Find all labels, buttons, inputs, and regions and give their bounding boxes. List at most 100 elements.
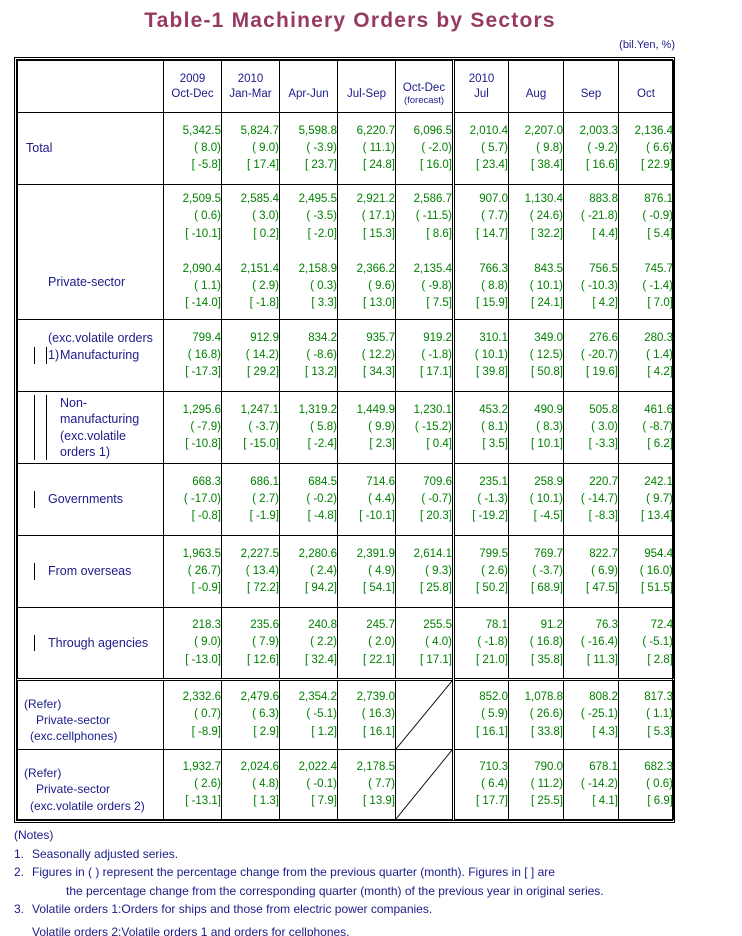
- cell-qoq-change: ( -1.4): [642, 280, 673, 292]
- header-subnote: (forecast): [403, 94, 445, 106]
- cell-yoy-change: [ -19.2]: [472, 510, 508, 523]
- table-page: Table-1 Machinery Orders by Sectors (bil…: [0, 0, 742, 936]
- data-cell: 1,449.9 ( 9.9) [ 2.3]: [337, 391, 396, 464]
- row-label-cell: Private-sector (exc.volatile orders 1): [17, 184, 164, 362]
- cell-qoq-change: ( 8.8): [481, 280, 508, 292]
- cell-qoq-change: ( 9.6): [368, 280, 395, 292]
- row-label-cell: (Refer) Private-sector (exc.volatile order…: [17, 749, 164, 820]
- cell-yoy-change: [ 19.6]: [586, 366, 618, 379]
- row-label-line1: Governments: [48, 492, 124, 507]
- row-label-line1: Manufacturing: [60, 348, 140, 363]
- stacked-values: 2,509.5 ( 0.6) [ -10.1] 2,090.4 ( 1.1) [ -14.…: [164, 191, 221, 313]
- cell-qoq-change: ( 6.9): [591, 564, 618, 577]
- cell-value: 2,280.6: [298, 547, 337, 560]
- table-row: Total 5,342.5 ( 8.0) [ -5.8] 5,824.7 ( 9.0) [ …: [17, 112, 674, 185]
- row-label-line2: Private-sector: [36, 712, 111, 727]
- data-cell: 490.9 ( 8.3) [ 10.1]: [508, 391, 564, 464]
- data-cell: 954.4 ( 16.0) [ 51.5]: [618, 535, 674, 608]
- note-item: 3. Volatile orders 1:Orders for ships and…: [14, 900, 726, 919]
- cell-yoy-change: [ 54.1]: [363, 582, 395, 595]
- data-cell: 5,342.5 ( 8.0) [ -5.8]: [163, 112, 222, 185]
- header-period: Aug: [525, 87, 547, 100]
- cell-qoq-change: ( 14.2): [245, 348, 279, 361]
- data-cell: 240.8 ( 2.2) [ 32.4]: [279, 607, 338, 680]
- cell-value: 72.4: [650, 619, 673, 632]
- row-label-cell: (Refer) Private-sector (exc.cellphones): [17, 678, 164, 750]
- cell-value: 799.4: [192, 331, 221, 344]
- cell-qoq-change: ( 12.5): [529, 348, 563, 361]
- cell-value: 5,342.5: [182, 124, 221, 137]
- cell-value: 2,010.4: [469, 124, 508, 137]
- cell-value: 799.5: [479, 547, 508, 560]
- row-label-cell: Governments: [17, 463, 164, 536]
- cell-yoy-change: [ -5.8]: [191, 159, 221, 172]
- data-cell: 769.7 ( -3.7) [ 68.9]: [508, 535, 564, 608]
- cell-value: 1,932.7: [182, 760, 221, 773]
- data-cell: 817.3 ( 1.1) [ 5.3]: [618, 678, 674, 750]
- cell-yoy-change: [ 13.0]: [363, 297, 395, 310]
- data-cell: 280.3 ( 1.4) [ 4.2]: [618, 319, 674, 392]
- data-cell: 912.9 ( 14.2) [ 29.2]: [221, 319, 280, 392]
- cell-value: 684.5: [308, 475, 337, 488]
- cell-qoq-change: ( -11.5): [415, 210, 452, 223]
- data-cell: 907.0 ( 7.7) [ 14.7] 766.3 ( 8.8) [ 15.9]: [452, 184, 509, 320]
- cell-value: 2,003.3: [579, 124, 618, 137]
- cell-yoy-change: [ 11.3]: [586, 653, 618, 666]
- header-period: Sep: [580, 87, 602, 100]
- row-label-line3: (exc.volatile orders 2): [30, 798, 145, 813]
- cell-qoq-change: ( -0.7): [421, 492, 452, 505]
- cell-yoy-change: [ 5.3]: [647, 725, 673, 738]
- cell-yoy-change: [ -10.8]: [185, 438, 221, 451]
- data-cell: 2,585.4 ( 3.0) [ 0.2] 2,151.4 ( 2.9) [ -1.8]: [221, 184, 280, 320]
- cell-value: 2,495.5: [298, 193, 337, 205]
- cell-value: 6,096.5: [413, 124, 452, 137]
- row-label-line1: From overseas: [48, 564, 132, 579]
- data-cell: 678.1 ( -14.2) [ 4.1]: [563, 749, 619, 820]
- cell-yoy-change: [ -3.3]: [588, 438, 618, 451]
- cell-value: 276.6: [589, 331, 618, 344]
- data-cell: 799.4 ( 16.8) [ -17.3]: [163, 319, 222, 392]
- cell-value: 822.7: [589, 547, 618, 560]
- cell-qoq-change: ( 2.2): [310, 636, 337, 649]
- cell-qoq-change: ( 4.0): [425, 636, 452, 649]
- cell-qoq-change: ( 4.4): [368, 492, 395, 505]
- header-period: Oct-Dec: [402, 81, 446, 94]
- header-m-2: Aug: [508, 60, 564, 113]
- data-cell: 684.5 ( -0.2) [ -4.8]: [279, 463, 338, 536]
- data-cell: 505.8 ( 3.0) [ -3.3]: [563, 391, 619, 464]
- cell-yoy-change: [ 4.2]: [592, 297, 618, 310]
- cell-yoy-change: [ 3.3]: [311, 297, 337, 310]
- cell-yoy-change: [ 1.3]: [253, 795, 279, 808]
- data-cell: 310.1 ( 10.1) [ 39.8]: [452, 319, 509, 392]
- cell-qoq-change: ( -3.7): [532, 564, 563, 577]
- cell-qoq-change: ( 6.6): [646, 141, 673, 154]
- stacked-values: 1,130.4 ( 24.6) [ 32.2] 843.5 ( 10.1) [ 24.1]: [509, 191, 563, 313]
- cell-value: 954.4: [644, 547, 673, 560]
- notes-extra: Volatile orders 2:Volatile orders 1 and …: [32, 924, 350, 936]
- data-cell: 258.9 ( 10.1) [ -4.5]: [508, 463, 564, 536]
- row-label-cell: From overseas: [17, 535, 164, 608]
- cell-qoq-change: ( -1.8): [477, 636, 508, 649]
- data-cell: 276.6 ( -20.7) [ 19.6]: [563, 319, 619, 392]
- cell-yoy-change: [ 16.0]: [420, 159, 452, 172]
- cell-value: 5,598.8: [298, 124, 337, 137]
- cell-yoy-change: [ 16.1]: [363, 725, 395, 738]
- cell-qoq-change: ( -16.4): [580, 636, 618, 649]
- machinery-orders-table: 2009 Oct-Dec 2010 Jan-Mar Apr-Jun Jul-Sep O…: [14, 57, 675, 823]
- header-year: 2009: [179, 73, 206, 86]
- cell-value: 2,136.4: [634, 124, 673, 137]
- cell-yoy-change: [ 17.7]: [476, 795, 508, 808]
- cell-qoq-change: ( 5.8): [310, 420, 337, 433]
- cell-value: 1,247.1: [240, 403, 279, 416]
- data-cell: 2,614.1 ( 9.3) [ 25.8]: [395, 535, 454, 608]
- row-label-box: Governments: [18, 491, 163, 508]
- row-label-line2: (exc.volatile orders 1): [60, 428, 126, 459]
- cell-yoy-change: [ 32.2]: [531, 227, 563, 240]
- data-cell: 235.1 ( -1.3) [ -19.2]: [452, 463, 509, 536]
- header-year: [280, 72, 337, 86]
- cell-value: 2,158.9: [298, 262, 337, 275]
- cell-value: 490.9: [534, 403, 563, 416]
- indent-guide-level1: [34, 395, 35, 460]
- cell-value: 686.1: [250, 475, 279, 488]
- cell-yoy-change: [ 68.9]: [531, 582, 563, 595]
